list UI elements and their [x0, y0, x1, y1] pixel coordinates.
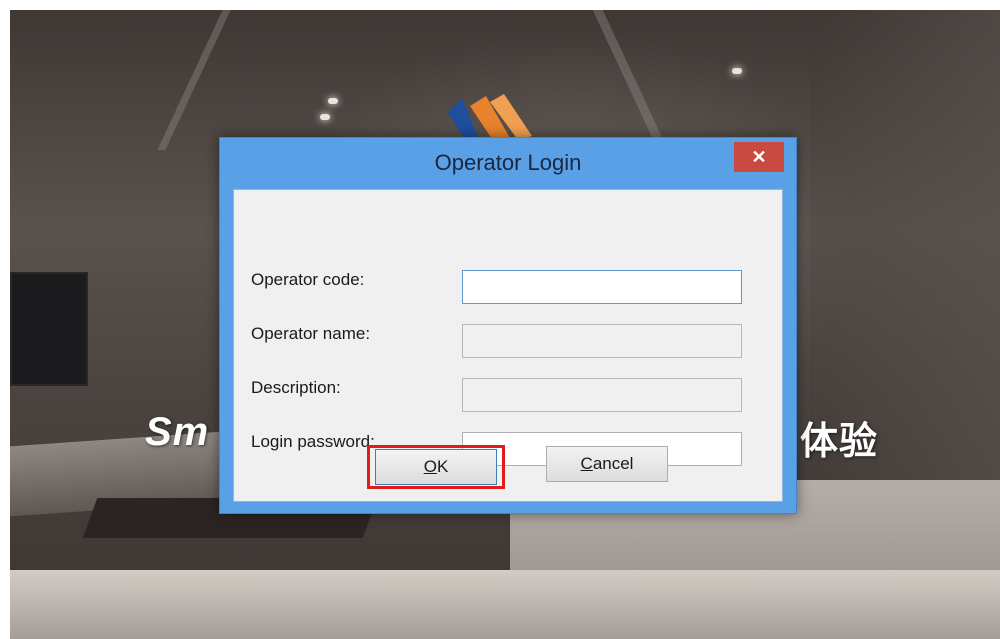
dialog-title: Operator Login: [434, 150, 582, 175]
dialog-body: Operator code: Operator name: Descriptio…: [233, 189, 783, 502]
description-label: Description:: [251, 378, 341, 397]
dialog-titlebar[interactable]: Operator Login ✕: [220, 138, 796, 188]
tv-image: [10, 272, 88, 386]
operator-code-input[interactable]: [462, 270, 742, 304]
ok-label-rest: K: [436, 457, 449, 476]
ok-button[interactable]: OK: [375, 449, 497, 485]
ok-mnemonic: O: [423, 457, 437, 476]
operator-name-input: [462, 324, 742, 358]
login-password-label: Login password:: [251, 432, 375, 451]
operator-name-label: Operator name:: [251, 324, 371, 343]
brand-text-right: 体验: [800, 421, 879, 463]
cancel-mnemonic: C: [580, 454, 593, 473]
close-icon: ✕: [751, 146, 767, 167]
cancel-button[interactable]: Cancel: [546, 446, 668, 482]
operator-code-label: Operator code:: [251, 270, 365, 289]
operator-login-dialog: Operator Login ✕ Operator code: Operator…: [219, 137, 797, 514]
close-button[interactable]: ✕: [734, 142, 784, 172]
cancel-label-rest: ancel: [592, 454, 634, 473]
brand-text-left: Sm: [145, 410, 210, 454]
description-input: [462, 378, 742, 412]
